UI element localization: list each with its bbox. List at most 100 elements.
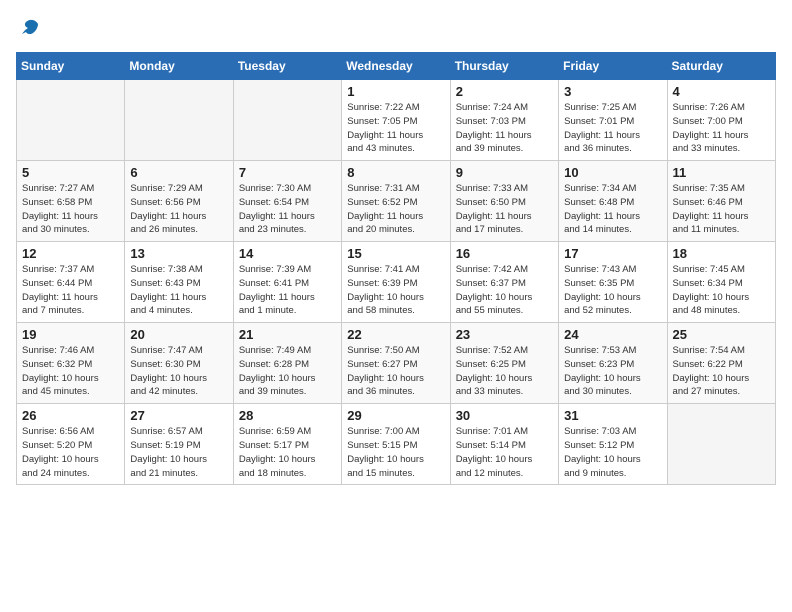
calendar-cell: 11 Sunrise: 7:35 AM Sunset: 6:46 PM Dayli… [667, 161, 775, 242]
calendar-week-5: 26 Sunrise: 6:56 AM Sunset: 5:20 PM Dayli… [17, 404, 776, 485]
day-info: Sunrise: 7:31 AM Sunset: 6:52 PM Dayligh… [347, 182, 444, 237]
logo-bird-icon [18, 16, 42, 40]
day-info: Sunrise: 7:37 AM Sunset: 6:44 PM Dayligh… [22, 263, 119, 318]
day-number: 5 [22, 165, 119, 180]
day-number: 15 [347, 246, 444, 261]
calendar-cell: 6 Sunrise: 7:29 AM Sunset: 6:56 PM Daylig… [125, 161, 233, 242]
calendar-cell: 17 Sunrise: 7:43 AM Sunset: 6:35 PM Dayli… [559, 242, 667, 323]
day-info: Sunrise: 7:34 AM Sunset: 6:48 PM Dayligh… [564, 182, 661, 237]
col-header-tuesday: Tuesday [233, 53, 341, 80]
day-number: 29 [347, 408, 444, 423]
day-info: Sunrise: 7:43 AM Sunset: 6:35 PM Dayligh… [564, 263, 661, 318]
calendar-cell: 22Sunrise: 7:50 AM Sunset: 6:27 PM Dayli… [342, 323, 450, 404]
calendar-cell: 3Sunrise: 7:25 AM Sunset: 7:01 PM Daylig… [559, 80, 667, 161]
day-info: Sunrise: 7:24 AM Sunset: 7:03 PM Dayligh… [456, 101, 553, 156]
day-info: Sunrise: 7:27 AM Sunset: 6:58 PM Dayligh… [22, 182, 119, 237]
calendar-cell [17, 80, 125, 161]
day-info: Sunrise: 7:22 AM Sunset: 7:05 PM Dayligh… [347, 101, 444, 156]
day-info: Sunrise: 7:25 AM Sunset: 7:01 PM Dayligh… [564, 101, 661, 156]
day-number: 12 [22, 246, 119, 261]
day-number: 2 [456, 84, 553, 99]
calendar-cell: 18 Sunrise: 7:45 AM Sunset: 6:34 PM Dayli… [667, 242, 775, 323]
day-number: 1 [347, 84, 444, 99]
day-number: 9 [456, 165, 553, 180]
day-number: 17 [564, 246, 661, 261]
day-info: Sunrise: 7:33 AM Sunset: 6:50 PM Dayligh… [456, 182, 553, 237]
day-number: 30 [456, 408, 553, 423]
day-number: 7 [239, 165, 336, 180]
calendar-cell: 13 Sunrise: 7:38 AM Sunset: 6:43 PM Dayli… [125, 242, 233, 323]
day-info: Sunrise: 7:50 AM Sunset: 6:27 PM Dayligh… [347, 344, 444, 399]
calendar-week-2: 5 Sunrise: 7:27 AM Sunset: 6:58 PM Daylig… [17, 161, 776, 242]
day-info: Sunrise: 7:38 AM Sunset: 6:43 PM Dayligh… [130, 263, 227, 318]
calendar-header-row: SundayMondayTuesdayWednesdayThursdayFrid… [17, 53, 776, 80]
calendar-cell: 30 Sunrise: 7:01 AM Sunset: 5:14 PM Dayli… [450, 404, 558, 485]
col-header-sunday: Sunday [17, 53, 125, 80]
day-info: Sunrise: 7:03 AM Sunset: 5:12 PM Dayligh… [564, 425, 661, 480]
calendar-cell: 14 Sunrise: 7:39 AM Sunset: 6:41 PM Dayli… [233, 242, 341, 323]
day-info: Sunrise: 6:59 AM Sunset: 5:17 PM Dayligh… [239, 425, 336, 480]
calendar-cell [233, 80, 341, 161]
calendar-cell: 2 Sunrise: 7:24 AM Sunset: 7:03 PM Daylig… [450, 80, 558, 161]
day-info: Sunrise: 6:57 AM Sunset: 5:19 PM Dayligh… [130, 425, 227, 480]
day-number: 10 [564, 165, 661, 180]
day-number: 4 [673, 84, 770, 99]
day-info: Sunrise: 7:49 AM Sunset: 6:28 PM Dayligh… [239, 344, 336, 399]
calendar-cell: 26 Sunrise: 6:56 AM Sunset: 5:20 PM Dayli… [17, 404, 125, 485]
col-header-friday: Friday [559, 53, 667, 80]
calendar-cell: 10 Sunrise: 7:34 AM Sunset: 6:48 PM Dayli… [559, 161, 667, 242]
day-number: 25 [673, 327, 770, 342]
day-info: Sunrise: 7:01 AM Sunset: 5:14 PM Dayligh… [456, 425, 553, 480]
day-info: Sunrise: 7:45 AM Sunset: 6:34 PM Dayligh… [673, 263, 770, 318]
day-info: Sunrise: 7:26 AM Sunset: 7:00 PM Dayligh… [673, 101, 770, 156]
calendar-cell: 29Sunrise: 7:00 AM Sunset: 5:15 PM Dayli… [342, 404, 450, 485]
calendar-cell: 1 Sunrise: 7:22 AM Sunset: 7:05 PM Daylig… [342, 80, 450, 161]
logo [16, 16, 42, 40]
day-number: 21 [239, 327, 336, 342]
calendar-cell: 21 Sunrise: 7:49 AM Sunset: 6:28 PM Dayli… [233, 323, 341, 404]
calendar-cell: 9 Sunrise: 7:33 AM Sunset: 6:50 PM Daylig… [450, 161, 558, 242]
day-number: 28 [239, 408, 336, 423]
day-info: Sunrise: 7:53 AM Sunset: 6:23 PM Dayligh… [564, 344, 661, 399]
day-info: Sunrise: 7:35 AM Sunset: 6:46 PM Dayligh… [673, 182, 770, 237]
day-number: 26 [22, 408, 119, 423]
calendar-cell: 19Sunrise: 7:46 AM Sunset: 6:32 PM Dayli… [17, 323, 125, 404]
calendar-cell: 12 Sunrise: 7:37 AM Sunset: 6:44 PM Dayli… [17, 242, 125, 323]
day-number: 11 [673, 165, 770, 180]
day-info: Sunrise: 7:41 AM Sunset: 6:39 PM Dayligh… [347, 263, 444, 318]
day-number: 23 [456, 327, 553, 342]
calendar-cell: 5 Sunrise: 7:27 AM Sunset: 6:58 PM Daylig… [17, 161, 125, 242]
day-info: Sunrise: 7:54 AM Sunset: 6:22 PM Dayligh… [673, 344, 770, 399]
day-info: Sunrise: 7:30 AM Sunset: 6:54 PM Dayligh… [239, 182, 336, 237]
calendar-table: SundayMondayTuesdayWednesdayThursdayFrid… [16, 52, 776, 485]
calendar-cell [667, 404, 775, 485]
day-number: 6 [130, 165, 227, 180]
calendar-cell: 7 Sunrise: 7:30 AM Sunset: 6:54 PM Daylig… [233, 161, 341, 242]
calendar-cell: 25 Sunrise: 7:54 AM Sunset: 6:22 PM Dayli… [667, 323, 775, 404]
calendar-cell: 20Sunrise: 7:47 AM Sunset: 6:30 PM Dayli… [125, 323, 233, 404]
calendar-cell [125, 80, 233, 161]
day-number: 18 [673, 246, 770, 261]
calendar-cell: 16Sunrise: 7:42 AM Sunset: 6:37 PM Dayli… [450, 242, 558, 323]
day-number: 8 [347, 165, 444, 180]
calendar-cell: 23 Sunrise: 7:52 AM Sunset: 6:25 PM Dayli… [450, 323, 558, 404]
day-info: Sunrise: 6:56 AM Sunset: 5:20 PM Dayligh… [22, 425, 119, 480]
day-info: Sunrise: 7:39 AM Sunset: 6:41 PM Dayligh… [239, 263, 336, 318]
day-info: Sunrise: 7:29 AM Sunset: 6:56 PM Dayligh… [130, 182, 227, 237]
calendar-cell: 28 Sunrise: 6:59 AM Sunset: 5:17 PM Dayli… [233, 404, 341, 485]
day-number: 20 [130, 327, 227, 342]
page-header [16, 16, 776, 40]
calendar-cell: 24 Sunrise: 7:53 AM Sunset: 6:23 PM Dayli… [559, 323, 667, 404]
day-number: 24 [564, 327, 661, 342]
calendar-cell: 4 Sunrise: 7:26 AM Sunset: 7:00 PM Daylig… [667, 80, 775, 161]
day-number: 14 [239, 246, 336, 261]
day-number: 31 [564, 408, 661, 423]
calendar-cell: 27Sunrise: 6:57 AM Sunset: 5:19 PM Dayli… [125, 404, 233, 485]
day-info: Sunrise: 7:52 AM Sunset: 6:25 PM Dayligh… [456, 344, 553, 399]
day-number: 19 [22, 327, 119, 342]
calendar-week-4: 19Sunrise: 7:46 AM Sunset: 6:32 PM Dayli… [17, 323, 776, 404]
col-header-wednesday: Wednesday [342, 53, 450, 80]
day-info: Sunrise: 7:42 AM Sunset: 6:37 PM Dayligh… [456, 263, 553, 318]
col-header-monday: Monday [125, 53, 233, 80]
day-number: 13 [130, 246, 227, 261]
